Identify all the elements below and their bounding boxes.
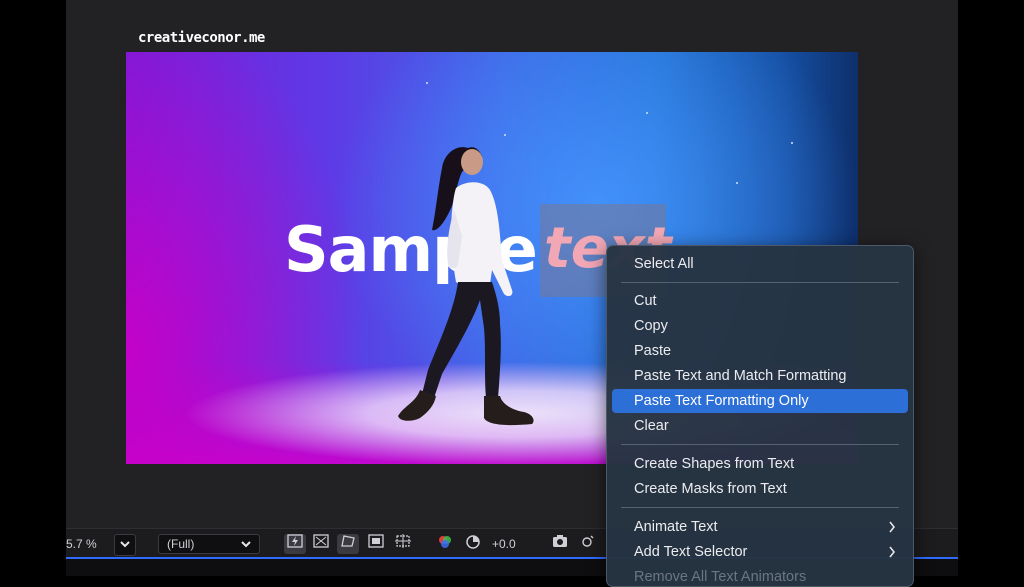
snapshot-icon[interactable] <box>549 534 571 554</box>
menu-item-select-all[interactable]: Select All <box>612 252 908 276</box>
resolution-select[interactable]: (Full) <box>158 534 260 554</box>
fast-preview-icon[interactable] <box>284 534 306 554</box>
menu-item-create-shapes[interactable]: Create Shapes from Text <box>612 452 908 476</box>
menu-item-label: Animate Text <box>634 519 718 535</box>
star <box>504 134 506 136</box>
star <box>646 112 648 114</box>
menu-item-create-masks[interactable]: Create Masks from Text <box>612 477 908 501</box>
menu-separator <box>621 282 899 283</box>
menu-separator <box>621 444 899 445</box>
reset-exposure-icon[interactable] <box>462 534 484 554</box>
context-menu: Select All Cut Copy Paste Paste Text and… <box>606 245 914 587</box>
star <box>791 142 793 144</box>
resolution-value: (Full) <box>167 537 195 551</box>
color-channels-icon[interactable] <box>434 534 456 554</box>
menu-item-cut[interactable]: Cut <box>612 289 908 313</box>
menu-item-paste-match-formatting[interactable]: Paste Text and Match Formatting <box>612 364 908 388</box>
menu-item-label: Add Text Selector <box>634 544 748 560</box>
zoom-dropdown-button[interactable] <box>114 534 136 556</box>
region-of-interest-icon[interactable] <box>365 534 387 554</box>
menu-item-animate-text[interactable]: Animate Text <box>612 515 908 539</box>
menu-item-remove-text-animators[interactable]: Remove All Text Animators <box>612 565 908 586</box>
watermark: creativeconor.me <box>138 30 265 46</box>
menu-separator <box>621 507 899 508</box>
chevron-down-icon <box>120 541 130 548</box>
toggle-guides-icon[interactable] <box>392 534 414 554</box>
star <box>426 82 428 84</box>
menu-item-clear[interactable]: Clear <box>612 414 908 438</box>
star <box>736 182 738 184</box>
walking-woman-figure <box>398 147 534 426</box>
chevron-right-icon <box>888 515 896 539</box>
after-effects-window: creativeconor.me Sample 5.7 % (Full) +0.… <box>0 0 1024 587</box>
chevron-right-icon <box>888 540 896 564</box>
menu-item-paste-formatting-only[interactable]: Paste Text Formatting Only <box>612 389 908 413</box>
zoom-value[interactable]: 5.7 <box>66 534 83 554</box>
show-snapshot-icon[interactable] <box>576 534 598 554</box>
mask-path-visibility-icon[interactable] <box>337 534 359 554</box>
menu-item-paste[interactable]: Paste <box>612 339 908 363</box>
zoom-unit: % <box>86 537 97 551</box>
menu-item-add-text-selector[interactable]: Add Text Selector <box>612 540 908 564</box>
chevron-down-icon <box>241 535 251 553</box>
transparency-grid-icon[interactable] <box>310 534 332 554</box>
exposure-value[interactable]: +0.0 <box>492 534 516 554</box>
menu-item-copy[interactable]: Copy <box>612 314 908 338</box>
